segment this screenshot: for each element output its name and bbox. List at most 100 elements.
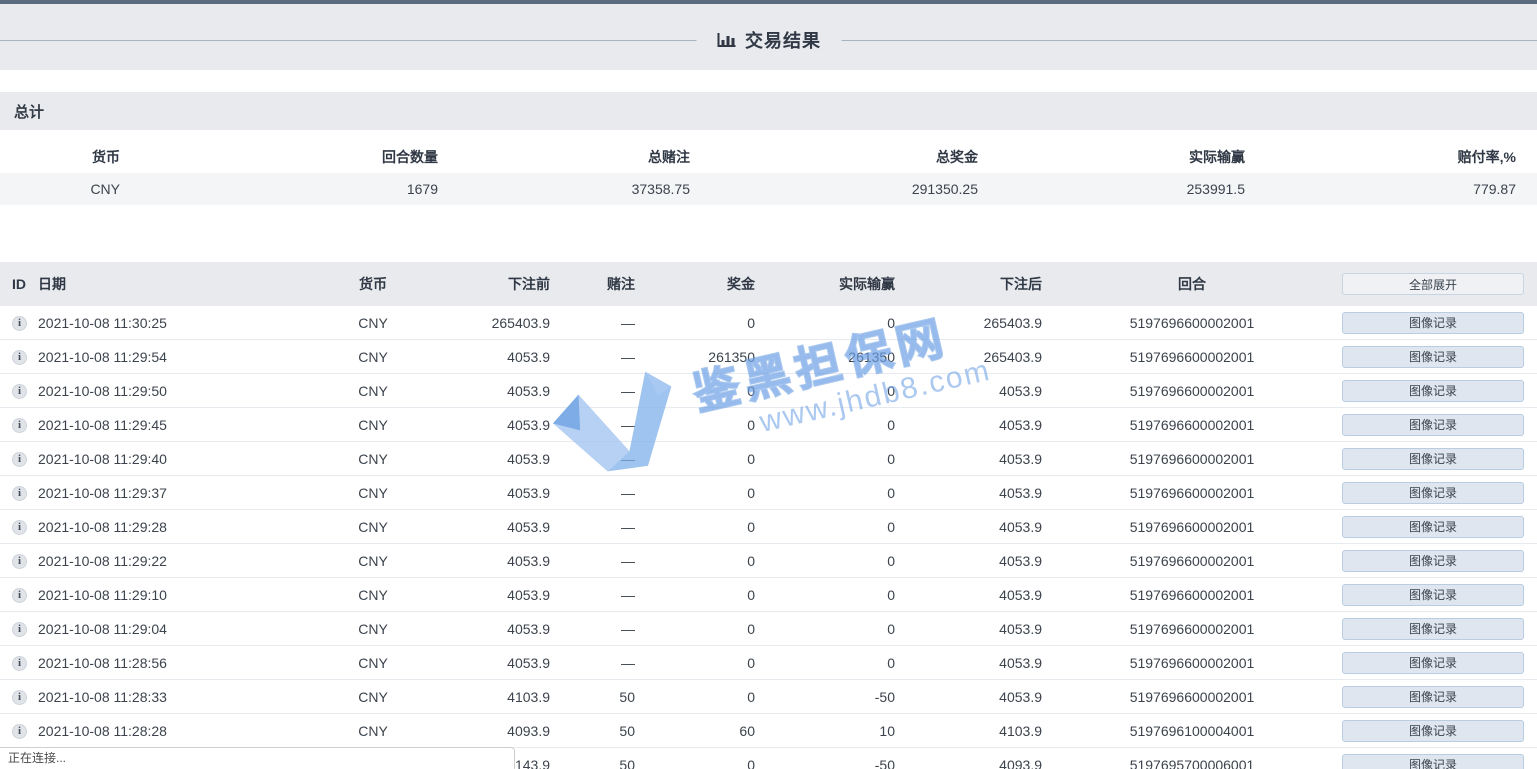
info-icon[interactable]: i [12, 656, 27, 671]
summary-col-payout-rate: 赔付率,% [1245, 147, 1537, 167]
row-before-bet: 4053.9 [408, 587, 550, 603]
row-after-bet: 4053.9 [895, 519, 1042, 535]
row-round: 5197696600002001 [1042, 417, 1342, 433]
row-round: 5197696600002001 [1042, 587, 1342, 603]
col-currency: 货币 [338, 274, 408, 294]
row-bet: — [550, 655, 635, 671]
row-before-bet: 4093.9 [408, 723, 550, 739]
summary-col-total-bet: 总赌注 [438, 147, 690, 167]
summary-winloss-value: 253991.5 [978, 181, 1245, 197]
info-icon-cell: i [0, 484, 38, 501]
image-record-button[interactable]: 图像记录 [1342, 516, 1524, 538]
row-bet: — [550, 451, 635, 467]
row-round: 5197696600002001 [1042, 655, 1342, 671]
table-row: i2021-10-08 11:29:04CNY4053.9—004053.951… [0, 612, 1537, 646]
row-prize: 0 [635, 757, 755, 769]
row-round: 5197696600002001 [1042, 621, 1342, 637]
info-icon[interactable]: i [12, 588, 27, 603]
row-button-cell: 图像记录 [1342, 312, 1537, 334]
info-icon-cell: i [0, 722, 38, 739]
info-icon[interactable]: i [12, 622, 27, 637]
table-row: i2021-10-08 11:29:28CNY4053.9—004053.951… [0, 510, 1537, 544]
summary-col-currency: 货币 [0, 147, 120, 167]
row-before-bet: 4053.9 [408, 553, 550, 569]
row-after-bet: 4053.9 [895, 655, 1042, 671]
col-date: 日期 [38, 274, 338, 294]
row-prize: 261350 [635, 349, 755, 365]
row-before-bet: 4103.9 [408, 689, 550, 705]
image-record-button[interactable]: 图像记录 [1342, 380, 1524, 402]
row-button-cell: 图像记录 [1342, 448, 1537, 470]
image-record-button[interactable]: 图像记录 [1342, 550, 1524, 572]
row-prize: 0 [635, 485, 755, 501]
page-title-wrap: 交易结果 [696, 27, 841, 53]
info-icon-cell: i [0, 552, 38, 569]
info-icon-cell: i [0, 620, 38, 637]
row-before-bet: 4053.9 [408, 451, 550, 467]
info-icon-cell: i [0, 688, 38, 705]
row-before-bet: 4053.9 [408, 417, 550, 433]
col-id: ID [0, 276, 38, 292]
image-record-button[interactable]: 图像记录 [1342, 686, 1524, 708]
row-button-cell: 图像记录 [1342, 686, 1537, 708]
info-icon[interactable]: i [12, 350, 27, 365]
row-winloss: 261350 [755, 349, 895, 365]
row-currency: CNY [338, 519, 408, 535]
row-round: 5197696600002001 [1042, 485, 1342, 501]
row-bet: — [550, 383, 635, 399]
row-prize: 0 [635, 417, 755, 433]
image-record-button[interactable]: 图像记录 [1342, 414, 1524, 436]
row-date: 2021-10-08 11:29:28 [38, 519, 338, 535]
row-button-cell: 图像记录 [1342, 584, 1537, 606]
row-date: 2021-10-08 11:29:10 [38, 587, 338, 603]
row-after-bet: 265403.9 [895, 315, 1042, 331]
info-icon[interactable]: i [12, 316, 27, 331]
row-before-bet: 4053.9 [408, 519, 550, 535]
row-button-cell: 图像记录 [1342, 720, 1537, 742]
status-text: 正在连接... [8, 751, 66, 765]
row-bet: — [550, 315, 635, 331]
expand-all-button[interactable]: 全部展开 [1342, 273, 1524, 295]
table-row: i2021-10-08 11:29:54CNY4053.9—2613502613… [0, 340, 1537, 374]
info-icon[interactable]: i [12, 690, 27, 705]
image-record-button[interactable]: 图像记录 [1342, 720, 1524, 742]
image-record-button[interactable]: 图像记录 [1342, 482, 1524, 504]
row-round: 5197696600002001 [1042, 689, 1342, 705]
title-band: 交易结果 [0, 4, 1537, 70]
info-icon[interactable]: i [12, 520, 27, 535]
row-bet: 50 [550, 757, 635, 769]
row-date: 2021-10-08 11:28:56 [38, 655, 338, 671]
image-record-button[interactable]: 图像记录 [1342, 652, 1524, 674]
row-button-cell: 图像记录 [1342, 482, 1537, 504]
image-record-button[interactable]: 图像记录 [1342, 346, 1524, 368]
info-icon-cell: i [0, 450, 38, 467]
image-record-button[interactable]: 图像记录 [1342, 448, 1524, 470]
row-prize: 0 [635, 553, 755, 569]
row-bet: — [550, 417, 635, 433]
row-winloss: 0 [755, 587, 895, 603]
col-round: 回合 [1042, 274, 1342, 294]
info-icon[interactable]: i [12, 554, 27, 569]
row-round: 5197695700006001 [1042, 757, 1342, 769]
row-after-bet: 4053.9 [895, 451, 1042, 467]
info-icon[interactable]: i [12, 724, 27, 739]
results-table: ID 日期 货币 下注前 赌注 奖金 实际输赢 下注后 回合 全部展开 i202… [0, 262, 1537, 769]
image-record-button[interactable]: 图像记录 [1342, 754, 1524, 769]
row-date: 2021-10-08 11:29:45 [38, 417, 338, 433]
row-bet: 50 [550, 689, 635, 705]
row-winloss: -50 [755, 689, 895, 705]
image-record-button[interactable]: 图像记录 [1342, 584, 1524, 606]
info-icon[interactable]: i [12, 452, 27, 467]
image-record-button[interactable]: 图像记录 [1342, 618, 1524, 640]
info-icon[interactable]: i [12, 384, 27, 399]
info-icon[interactable]: i [12, 418, 27, 433]
image-record-button[interactable]: 图像记录 [1342, 312, 1524, 334]
row-winloss: 0 [755, 383, 895, 399]
row-button-cell: 图像记录 [1342, 550, 1537, 572]
row-round: 5197696600002001 [1042, 383, 1342, 399]
row-before-bet: 265403.9 [408, 315, 550, 331]
row-currency: CNY [338, 383, 408, 399]
row-winloss: 0 [755, 485, 895, 501]
row-bet: — [550, 349, 635, 365]
info-icon[interactable]: i [12, 486, 27, 501]
